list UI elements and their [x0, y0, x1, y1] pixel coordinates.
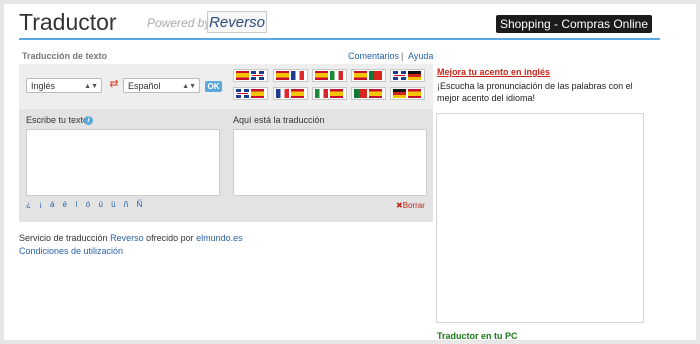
flag-es-icon	[315, 71, 328, 80]
info-icon[interactable]: i	[84, 116, 93, 125]
clear-label: Borrar	[402, 201, 425, 210]
page-title: Traductor	[19, 9, 117, 35]
conditions-link[interactable]: Condiciones de utilización	[19, 246, 123, 256]
target-language-select[interactable]: Español ▲▼	[123, 78, 200, 93]
clear-button[interactable]: ✖Borrar	[396, 201, 425, 210]
language-pair-button[interactable]	[390, 87, 425, 100]
flag-es-icon	[330, 89, 343, 98]
flag-es-icon	[408, 89, 421, 98]
language-pair-button[interactable]	[312, 69, 347, 82]
source-text-input[interactable]	[26, 129, 220, 196]
language-pair-button[interactable]	[273, 87, 308, 100]
service-mid: ofrecido por	[146, 233, 194, 243]
language-pair-button[interactable]	[351, 69, 386, 82]
swap-languages-icon[interactable]: ⇄	[107, 78, 121, 91]
special-characters[interactable]: ¿ ¡ á é í ó ú ü ñ Ñ	[26, 200, 142, 209]
close-icon: ✖	[396, 201, 403, 210]
flag-gb-icon	[236, 89, 249, 98]
pc-translator-title[interactable]: Traductor en tu PC	[437, 331, 518, 341]
language-pair-button[interactable]	[273, 69, 308, 82]
language-pair-button[interactable]	[312, 87, 347, 100]
flag-pt-icon	[354, 89, 367, 98]
flag-de-icon	[393, 89, 406, 98]
flag-es-icon	[291, 89, 304, 98]
link-separator: |	[401, 51, 404, 61]
accent-promo-text: ¡Escucha la pronunciación de las palabra…	[437, 81, 633, 103]
source-language-value: Inglés	[31, 81, 56, 91]
flag-fr-icon	[291, 71, 304, 80]
flag-it-icon	[330, 71, 343, 80]
ayuda-link[interactable]: Ayuda	[408, 51, 433, 61]
flag-gb-icon	[251, 71, 264, 80]
source-language-select[interactable]: Inglés ▲▼	[26, 78, 102, 93]
service-prefix: Servicio de traducción	[19, 233, 108, 243]
flag-de-icon	[408, 71, 421, 80]
language-pair-button[interactable]	[390, 69, 425, 82]
header-divider	[19, 38, 660, 40]
reverso-logo[interactable]: Reverso	[207, 11, 267, 33]
chevron-down-icon: ▲▼	[84, 83, 98, 90]
chevron-down-icon: ▲▼	[182, 83, 196, 90]
accent-promo-title[interactable]: Mejora tu acento en inglés	[437, 67, 550, 77]
elmundo-link[interactable]: elmundo.es	[196, 233, 243, 243]
ad-box	[436, 113, 644, 323]
reverso-link[interactable]: Reverso	[110, 233, 144, 243]
ok-button[interactable]: OK	[205, 81, 222, 92]
flag-es-icon	[369, 89, 382, 98]
flag-gb-icon	[393, 71, 406, 80]
output-label: Aquí está la traducción	[233, 115, 325, 125]
section-label: Traducción de texto	[22, 51, 108, 61]
flag-it-icon	[315, 89, 328, 98]
flag-es-icon	[276, 71, 289, 80]
service-credit: Servicio de traducción Reverso ofrecido …	[19, 233, 243, 243]
comentarios-link[interactable]: Comentarios	[348, 51, 399, 61]
target-language-value: Español	[128, 81, 161, 91]
flag-es-icon	[354, 71, 367, 80]
language-pair-button[interactable]	[233, 87, 268, 100]
translation-output	[233, 129, 427, 196]
flag-fr-icon	[276, 89, 289, 98]
flag-es-icon	[236, 71, 249, 80]
shopping-button[interactable]: Shopping - Compras Online »	[496, 15, 652, 49]
flag-es-icon	[251, 89, 264, 98]
input-label: Escribe tu texto	[26, 115, 89, 125]
flag-pt-icon	[369, 71, 382, 80]
language-pair-button[interactable]	[233, 69, 268, 82]
language-pair-button[interactable]	[351, 87, 386, 100]
powered-by-label: Powered by	[147, 16, 211, 30]
